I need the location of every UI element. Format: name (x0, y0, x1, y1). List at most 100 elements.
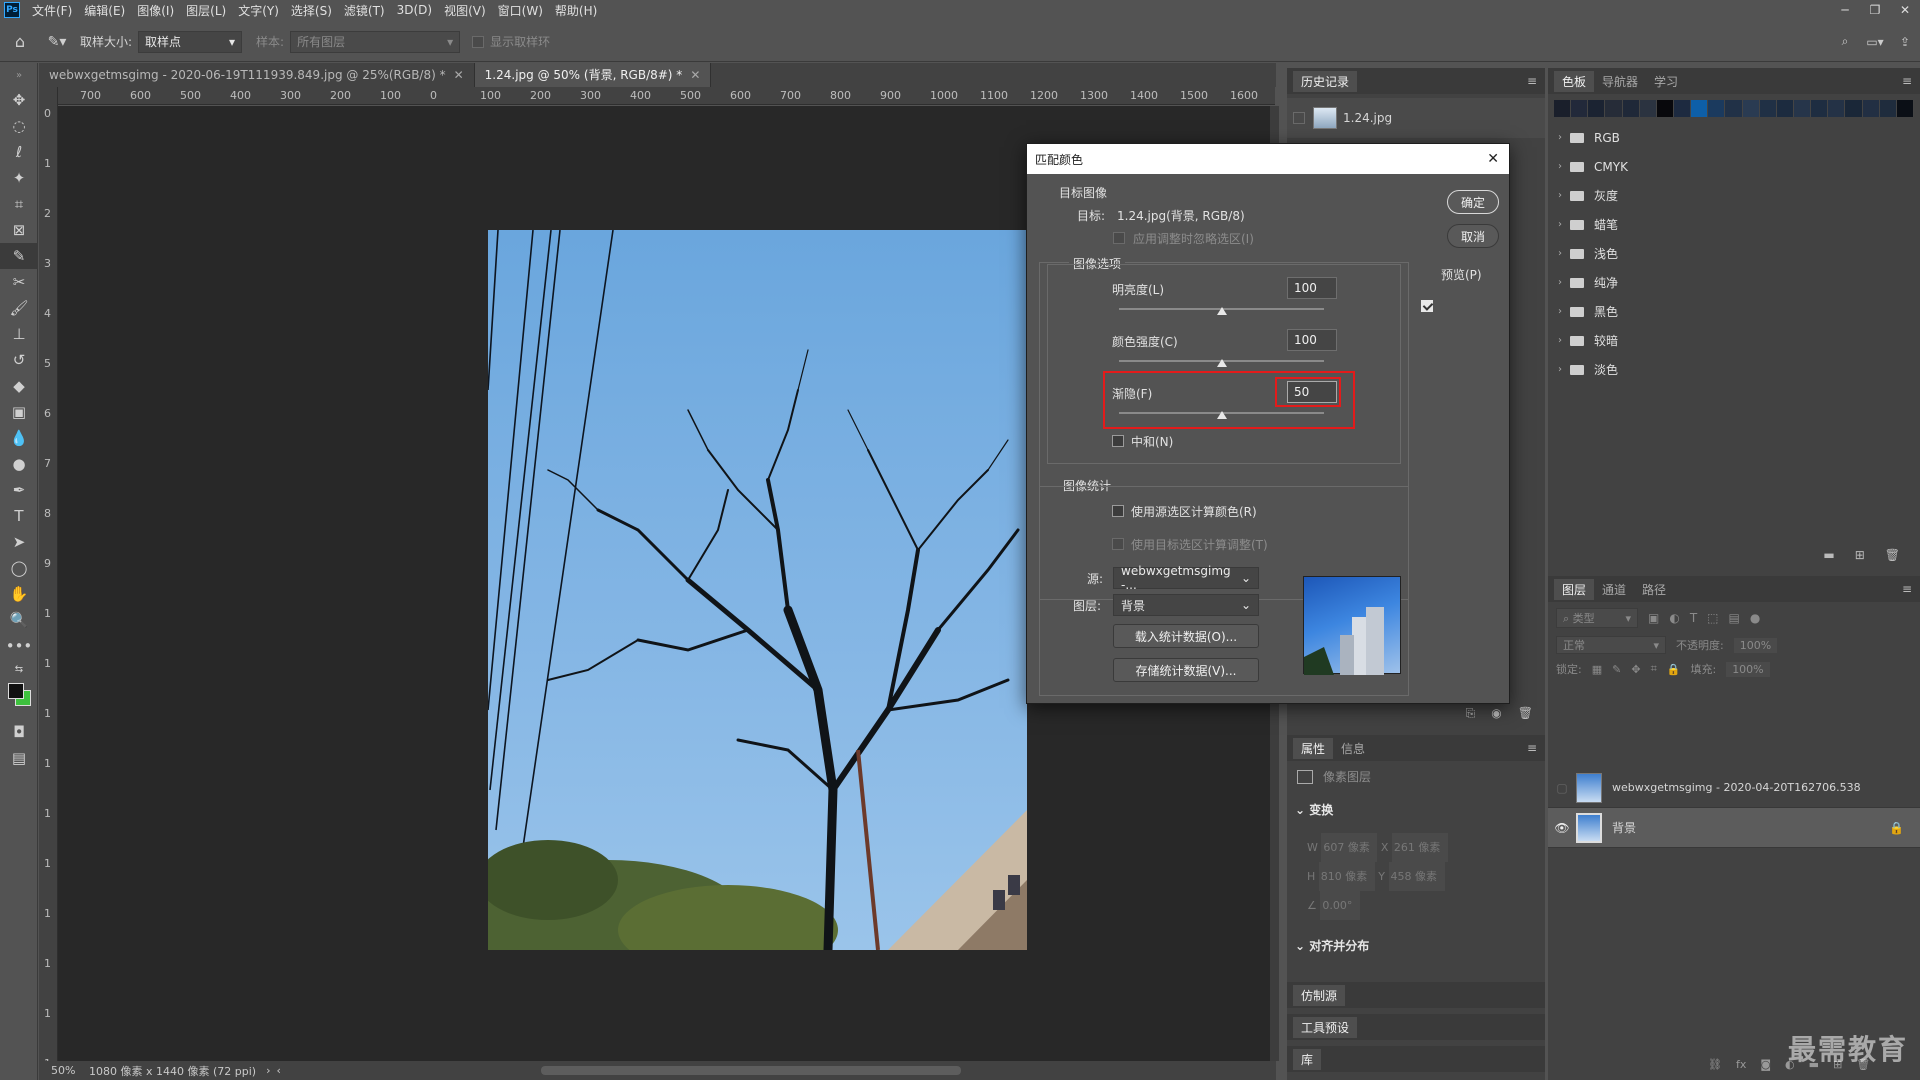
close-tab-icon[interactable]: ✕ (454, 68, 464, 82)
snapshot-checkbox[interactable] (1293, 112, 1305, 124)
lasso-tool-icon[interactable]: ℓ (0, 139, 38, 165)
swatch[interactable] (1896, 100, 1914, 117)
new-group-icon[interactable]: ▬ (1823, 548, 1834, 568)
lock-pixels-icon[interactable]: ▦ (1592, 663, 1602, 676)
dodge-tool-icon[interactable]: ● (0, 451, 38, 477)
luminance-input[interactable]: 100 (1287, 277, 1337, 299)
tab-document-2[interactable]: 1.24.jpg @ 50% (背景, RGB/8#) * ✕ (474, 63, 712, 87)
home-icon[interactable]: ⌂ (0, 32, 40, 51)
lock-artboard-icon[interactable]: ⌗ (1651, 662, 1657, 676)
swatch-group[interactable]: › 黑色 (1548, 297, 1920, 326)
eye-icon[interactable]: 👁 (1548, 821, 1576, 835)
marquee-tool-icon[interactable]: ◌ (0, 113, 38, 139)
screen-mode-icon[interactable]: ▤ (0, 745, 38, 771)
width-field[interactable]: 607 像素 (1321, 833, 1378, 862)
menu-3d[interactable]: 3D(D) (391, 3, 438, 17)
tab-clone-source[interactable]: 仿制源 (1293, 984, 1346, 1006)
restore-icon[interactable]: ❐ (1860, 0, 1890, 20)
pen-tool-icon[interactable]: ✒ (0, 477, 38, 503)
trash-icon[interactable]: 🗑 (1518, 706, 1533, 720)
menu-layer[interactable]: 图层(L) (180, 2, 232, 19)
source-select[interactable]: webwxgetmsgimg -... ⌄ (1113, 564, 1259, 592)
new-swatch-icon[interactable]: ⊞ (1855, 548, 1865, 568)
luminance-slider-thumb[interactable] (1216, 307, 1227, 315)
menu-select[interactable]: 选择(S) (285, 2, 338, 19)
minimize-icon[interactable]: ─ (1830, 0, 1860, 20)
hand-tool-icon[interactable]: ✋ (0, 581, 38, 607)
intensity-slider-thumb[interactable] (1216, 359, 1227, 367)
sample-size-select[interactable]: 取样点 ▾ (138, 30, 243, 53)
tab-learn[interactable]: 学习 (1646, 71, 1686, 92)
visibility-toggle[interactable]: ▢ (1548, 781, 1576, 795)
swatch[interactable] (1759, 100, 1777, 117)
filter-adjust-icon[interactable]: ◐ (1669, 611, 1679, 625)
filter-smart-icon[interactable]: ▤ (1729, 611, 1740, 625)
intensity-input[interactable]: 100 (1287, 329, 1337, 351)
show-ring-checkbox[interactable] (472, 35, 485, 48)
document-image[interactable] (468, 229, 1027, 980)
opacity-field[interactable]: 100% (1733, 637, 1778, 653)
menu-help[interactable]: 帮助(H) (549, 2, 603, 19)
swatch[interactable] (1725, 100, 1743, 117)
magic-wand-icon[interactable]: ✦ (0, 165, 38, 191)
panel-menu-icon[interactable]: ≡ (1527, 74, 1537, 88)
fx-icon[interactable]: fx (1736, 1058, 1746, 1071)
gradient-tool-icon[interactable]: ▣ (0, 399, 38, 425)
filter-pixel-icon[interactable]: ▣ (1648, 611, 1659, 625)
mask-icon[interactable]: ◙ (1760, 1058, 1771, 1071)
collapse-icon[interactable]: » (0, 63, 38, 87)
swatch[interactable] (1879, 100, 1897, 117)
x-field[interactable]: 261 像素 (1391, 833, 1448, 862)
shape-tool-icon[interactable]: ◯ (0, 555, 38, 581)
close-window-icon[interactable]: ✕ (1890, 0, 1920, 20)
horizontal-scrollbar[interactable] (540, 1066, 961, 1075)
swatch-group[interactable]: › 较暗 (1548, 326, 1920, 355)
height-field[interactable]: 810 像素 (1318, 862, 1375, 891)
frame-tool-icon[interactable]: ⊠ (0, 217, 38, 243)
more-tools-icon[interactable]: ••• (0, 633, 38, 659)
link-icon[interactable]: ⛓ (1708, 1058, 1722, 1071)
layer-select[interactable]: 背景 ⌄ (1113, 594, 1259, 616)
neutralize-checkbox[interactable] (1112, 435, 1124, 447)
blur-tool-icon[interactable]: 💧 (0, 425, 38, 451)
tab-history[interactable]: 历史记录 (1293, 70, 1358, 92)
swatch[interactable] (1742, 100, 1760, 117)
move-tool-icon[interactable]: ✥ (0, 87, 38, 113)
menu-window[interactable]: 窗口(W) (492, 2, 549, 19)
panel-menu-icon[interactable]: ≡ (1902, 74, 1912, 88)
ok-button[interactable]: 确定 (1447, 190, 1499, 214)
tab-info[interactable]: 信息 (1333, 738, 1373, 759)
panel-menu-icon[interactable]: ≡ (1527, 741, 1537, 755)
tab-navigator[interactable]: 导航器 (1594, 71, 1646, 92)
menu-file[interactable]: 文件(F) (26, 2, 78, 19)
share-icon[interactable]: ⇪ (1890, 35, 1920, 49)
close-tab-icon[interactable]: ✕ (690, 68, 700, 82)
lock-all-icon[interactable]: 🔒 (1667, 663, 1681, 676)
history-brush-icon[interactable]: ↺ (0, 347, 38, 373)
layer-row[interactable]: ▢ webwxgetmsgimg - 2020-04-20T162706.538 (1548, 768, 1920, 808)
new-document-icon[interactable]: ⎘ (1466, 706, 1476, 721)
trash-icon[interactable]: 🗑 (1885, 548, 1900, 568)
eraser-tool-icon[interactable]: ◆ (0, 373, 38, 399)
filter-type-icon[interactable]: T (1690, 611, 1697, 625)
use-source-selection-checkbox[interactable] (1112, 505, 1124, 517)
lock-paint-icon[interactable]: ✎ (1612, 663, 1621, 676)
layer-name[interactable]: 背景 (1612, 819, 1636, 836)
menu-image[interactable]: 图像(I) (131, 2, 180, 19)
tab-properties[interactable]: 属性 (1293, 737, 1334, 759)
y-field[interactable]: 458 像素 (1388, 862, 1445, 891)
swatch[interactable] (1828, 100, 1846, 117)
menu-filter[interactable]: 滤镜(T) (338, 2, 391, 19)
crop-tool-icon[interactable]: ⌗ (0, 191, 38, 217)
close-icon[interactable]: ✕ (1487, 151, 1499, 167)
type-tool-icon[interactable]: T (0, 503, 38, 529)
swatch-group[interactable]: › 浅色 (1548, 239, 1920, 268)
healing-tool-icon[interactable]: ✂ (0, 269, 38, 295)
swatch[interactable] (1776, 100, 1794, 117)
history-snapshot[interactable]: 1.24.jpg (1287, 98, 1545, 138)
color-swatches[interactable] (0, 679, 37, 719)
swatch[interactable] (1708, 100, 1726, 117)
tab-swatches[interactable]: 色板 (1554, 70, 1595, 92)
swap-colors-icon[interactable]: ⇆ (0, 659, 38, 679)
layer-filter-select[interactable]: ⌕ 类型 ▾ (1556, 608, 1638, 628)
